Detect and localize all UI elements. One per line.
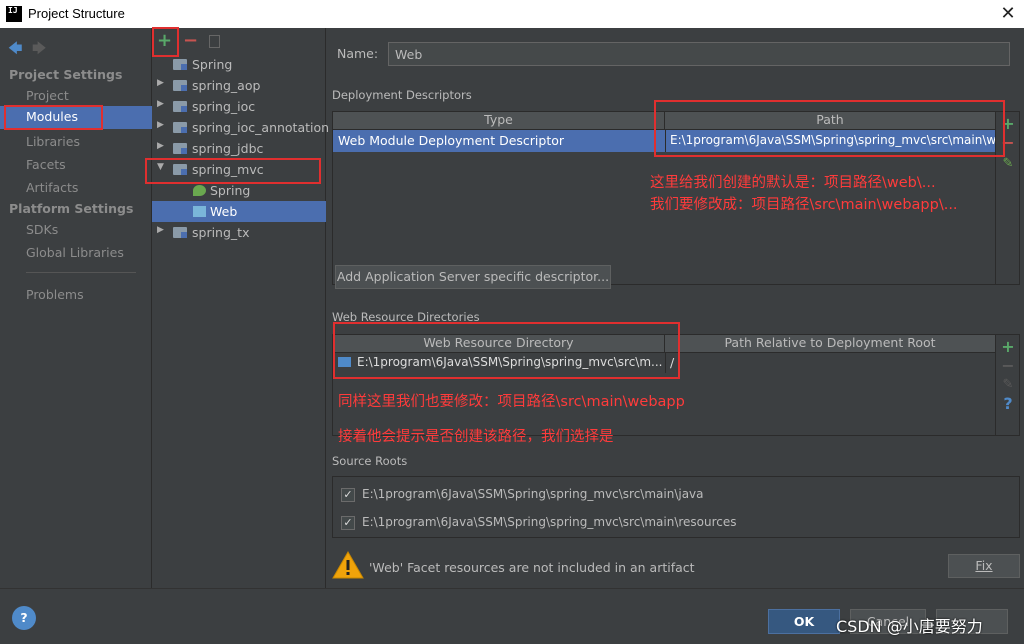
- copy-icon[interactable]: [209, 35, 220, 48]
- folder-icon: [173, 227, 187, 238]
- name-label: Name:: [337, 46, 379, 61]
- nav-item-project[interactable]: Project: [26, 88, 69, 103]
- column-header-relative-path[interactable]: Path Relative to Deployment Root: [665, 335, 995, 353]
- nav-item-libraries[interactable]: Libraries: [26, 134, 80, 149]
- annotation-change-resource: 同样这里我们也要修改：项目路径\src\main\webapp: [338, 394, 685, 410]
- remove-module-button[interactable]: −: [183, 30, 198, 51]
- highlight-box-add: [152, 27, 179, 57]
- name-field[interactable]: [388, 42, 1010, 66]
- fix-button[interactable]: Fix: [948, 554, 1020, 578]
- source-roots-heading: Source Roots: [332, 454, 408, 468]
- folder-icon: [173, 122, 187, 133]
- window-title: Project Structure: [28, 6, 125, 21]
- tree-row-facet-web[interactable]: Web: [152, 201, 326, 222]
- intellij-logo-icon: IJ: [6, 6, 22, 22]
- edit-pencil-icon[interactable]: ✎: [996, 156, 1020, 171]
- help-icon[interactable]: ?: [12, 606, 36, 630]
- ok-button[interactable]: OK: [768, 609, 840, 634]
- add-server-descriptor-button[interactable]: Add Application Server specific descript…: [335, 265, 611, 289]
- tree-row-spring-jdbc[interactable]: ▶ spring_jdbc: [152, 138, 326, 159]
- nav-divider: [26, 272, 136, 273]
- source-roots-list: ✓ E:\1program\6Java\SSM\Spring\spring_mv…: [332, 476, 1020, 538]
- expand-arrow-icon[interactable]: ▶: [157, 78, 164, 88]
- deployment-descriptors-heading: Deployment Descriptors: [332, 88, 472, 102]
- settings-categories-panel: 🡄 🡆 Project Settings Project Modules Lib…: [0, 28, 152, 588]
- expand-arrow-icon[interactable]: ▶: [157, 120, 164, 130]
- folder-icon: [173, 101, 187, 112]
- add-resource-icon[interactable]: +: [996, 337, 1020, 356]
- project-settings-heading: Project Settings: [9, 67, 123, 82]
- expand-arrow-icon[interactable]: ▶: [157, 225, 164, 235]
- module-tree-panel: + − Spring ▶ spring_aop ▶ spring_ioc ▶ s…: [145, 27, 329, 588]
- tree-row-spring-tx[interactable]: ▶ spring_tx: [152, 222, 326, 243]
- arrow-right-icon[interactable]: 🡆: [32, 38, 46, 62]
- descriptor-type-cell: Web Module Deployment Descriptor: [338, 133, 565, 148]
- highlight-box-modules: [4, 105, 103, 130]
- close-icon[interactable]: ✕: [996, 2, 1020, 26]
- nav-item-problems[interactable]: Problems: [26, 287, 84, 302]
- nav-item-facets[interactable]: Facets: [26, 157, 66, 172]
- tree-row-spring[interactable]: Spring: [152, 54, 326, 75]
- web-resource-toolbar: + − ✎ ?: [996, 334, 1020, 436]
- help-question-icon[interactable]: ?: [996, 394, 1020, 413]
- annotation-change-path: 我们要修改成：项目路径\src\main\webapp\...: [650, 197, 958, 213]
- web-facet-icon: [193, 206, 206, 217]
- spring-leaf-icon: [193, 185, 206, 196]
- nav-item-artifacts[interactable]: Artifacts: [26, 180, 78, 195]
- annotation-confirm-create: 接着他会提示是否创建该路径，我们选择是: [338, 429, 614, 445]
- tree-row-spring-aop[interactable]: ▶ spring_aop: [152, 75, 326, 96]
- edit-pencil-icon[interactable]: ✎: [996, 377, 1020, 392]
- nav-item-global-libraries[interactable]: Global Libraries: [26, 245, 124, 260]
- tree-row-spring-ioc[interactable]: ▶ spring_ioc: [152, 96, 326, 117]
- arrow-left-icon[interactable]: 🡄: [8, 38, 22, 62]
- nav-item-sdks[interactable]: SDKs: [26, 222, 58, 237]
- source-root-checkbox[interactable]: ✓: [341, 516, 355, 530]
- source-root-path: E:\1program\6Java\SSM\Spring\spring_mvc\…: [362, 487, 704, 501]
- watermark: CSDN @小唐要努力: [836, 617, 983, 636]
- tree-row-spring-ioc-annotation[interactable]: ▶ spring_ioc_annotation: [152, 117, 329, 138]
- source-root-checkbox[interactable]: ✓: [341, 488, 355, 502]
- highlight-box-web-resource: [333, 322, 680, 379]
- expand-arrow-icon[interactable]: ▶: [157, 141, 164, 151]
- folder-icon: [173, 143, 187, 154]
- highlight-box-path: [654, 100, 1005, 157]
- annotation-default-path: 这里给我们创建的默认是：项目路径\web\...: [650, 175, 936, 191]
- column-header-type[interactable]: Type: [333, 112, 665, 130]
- warning-icon: [332, 551, 364, 579]
- platform-settings-heading: Platform Settings: [9, 201, 134, 216]
- dialog-footer: ? OK Cancel CSDN @小唐要努力: [0, 588, 1024, 644]
- folder-icon: [173, 59, 187, 70]
- warning-message: 'Web' Facet resources are not included i…: [369, 560, 695, 575]
- remove-resource-icon[interactable]: −: [996, 356, 1020, 375]
- title-bar: IJ Project Structure ✕: [0, 0, 1024, 28]
- tree-row-facet-spring[interactable]: Spring: [152, 180, 326, 201]
- source-root-path: E:\1program\6Java\SSM\Spring\spring_mvc\…: [362, 515, 737, 529]
- folder-icon: [173, 80, 187, 91]
- facet-settings-panel: Name: Deployment Descriptors Type Path W…: [326, 28, 1024, 588]
- expand-arrow-icon[interactable]: ▶: [157, 99, 164, 109]
